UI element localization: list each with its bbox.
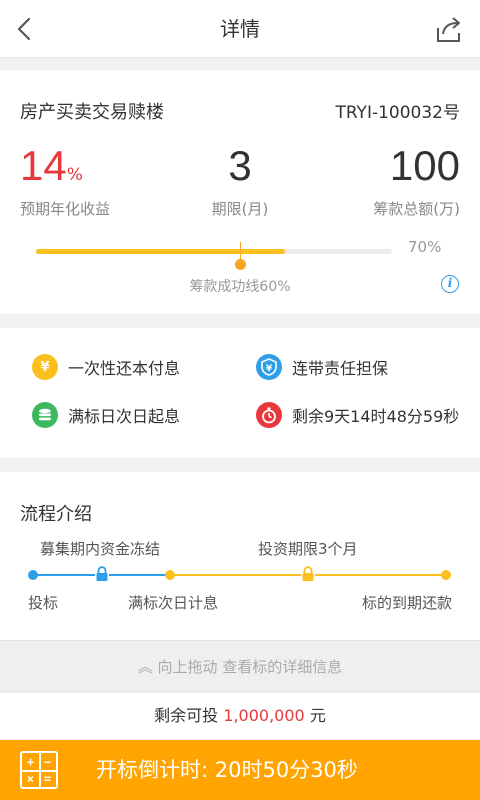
feature-label: 一次性还本付息 [68,359,181,378]
timeline-dot-repay [441,570,451,580]
svg-text:¥: ¥ [266,364,273,374]
stopwatch-icon [256,402,282,428]
feature-label: 连带责任担保 [292,359,389,378]
calculator-icon[interactable]: + − × = [20,751,58,789]
timeline-dot-interest [165,570,175,580]
double-chevron-up-icon: ︽ [137,658,158,676]
feature-time-remaining: 剩余9天14时48分59秒 [256,402,459,428]
feature-label: 满标日次日起息 [68,407,181,426]
pull-up-hint-text: 向上拖动 查看标的详细信息 [157,658,343,676]
page-title: 详情 [220,17,260,41]
process-title: 流程介绍 [20,504,92,525]
stacked-coins-icon [32,402,58,428]
coin-hand-icon: ¥ [32,354,58,380]
phase-freeze-label: 募集期内资金冻结 [40,540,161,558]
remaining-amount-row: 剩余可投 1,000,000 元 [0,693,480,739]
product-code: TRYI-100032号 [335,103,460,123]
success-line-marker [240,242,241,260]
step-bid-label: 投标 [28,594,59,612]
funding-progress-fill [36,249,286,254]
remaining-unit: 元 [309,706,326,725]
product-info-card: 房产买卖交易赎楼 TRYI-100032号 14% 预期年化收益 3 期限(月)… [0,70,480,314]
remaining-prefix: 剩余可投 [154,706,219,725]
success-line-label: 筹款成功线60% [189,279,291,295]
pull-up-hint[interactable]: ︽ 向上拖动 查看标的详细信息 [0,640,480,692]
features-card: ¥ 一次性还本付息 ¥ 连带责任担保 满标日次日起息 剩余9天14时48分59秒 [0,328,480,458]
countdown-text: 开标倒计时: 20时50分30秒 [96,758,358,782]
timeline-dot-bid [28,570,38,580]
feature-guarantee: ¥ 连带责任担保 [256,354,388,380]
amount-label: 筹款总额(万) [373,200,460,218]
success-line-dot [235,259,246,270]
lock-icon [301,566,315,582]
process-card: 流程介绍 募集期内资金冻结 投资期限3个月 投标 满标次日计息 标的到期还款 [0,472,480,640]
phase-term-label: 投资期限3个月 [258,540,358,558]
countdown-bar[interactable]: + − × = 开标倒计时: 20时50分30秒 [0,740,480,800]
funding-progress-bar [36,249,392,254]
top-nav-bar: 详情 [0,0,480,58]
feature-repayment: ¥ 一次性还本付息 [32,354,180,380]
product-name: 房产买卖交易赎楼 [20,102,164,123]
share-icon[interactable] [434,16,464,44]
step-repay-label: 标的到期还款 [361,594,452,612]
step-interest-label: 满标次日计息 [128,594,219,612]
lock-icon [95,566,109,582]
yuan-shield-icon: ¥ [256,354,282,380]
feature-label: 剩余9天14时48分59秒 [292,407,460,426]
feature-interest-start: 满标日次日起息 [32,402,180,428]
remaining-amount: 1,000,000 [223,706,305,725]
funding-progress-percent: 70% [408,238,442,256]
amount-stat: 100 筹款总额(万) [373,142,460,219]
amount-value: 100 [389,142,460,189]
info-icon[interactable]: i [441,275,459,293]
